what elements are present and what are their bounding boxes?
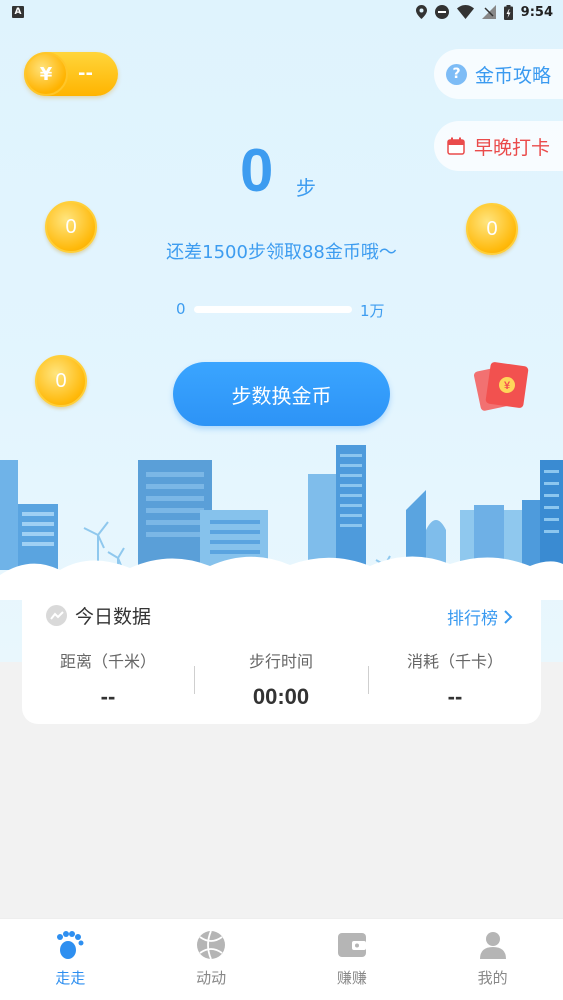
- notification-badge-icon: A: [12, 6, 24, 18]
- stat-value: --: [100, 684, 116, 709]
- stat-label: 步行时间: [248, 652, 313, 671]
- battery-icon: [503, 4, 513, 20]
- person-icon: [479, 932, 506, 959]
- steps-value: 0: [240, 137, 274, 204]
- coin-balance[interactable]: ¥ --: [24, 52, 118, 96]
- nav-label: 动动: [196, 969, 227, 987]
- nav-label: 走走: [55, 969, 86, 987]
- steps-progress: 0 1万: [176, 300, 388, 320]
- stat-value: --: [447, 684, 463, 709]
- steps-unit: 步: [296, 176, 316, 200]
- stat-value: 00:00: [252, 684, 310, 709]
- wifi-icon: [456, 5, 474, 19]
- red-packet-icon[interactable]: ¥: [474, 358, 530, 414]
- coin-guide-button[interactable]: ? 金币攻略: [434, 49, 563, 99]
- exchange-steps-button[interactable]: 步数换金币: [173, 362, 390, 426]
- checkin-label: 早晚打卡: [474, 136, 551, 159]
- chevron-right-icon: [504, 609, 513, 624]
- question-icon: ?: [446, 63, 467, 85]
- nav-item-sports[interactable]: 动动: [141, 919, 282, 1000]
- stat-walk-time: 步行时间 00:00: [195, 648, 367, 710]
- coin-balance-value: --: [78, 63, 93, 84]
- nav-item-mine[interactable]: 我的: [422, 919, 563, 1000]
- hero-section: A 9:54 ¥ -- ? 金币攻略 早晚打卡 0 步 0 0 0 还差1500…: [0, 0, 563, 662]
- today-data-card: 今日数据 排行榜 距离（千米） -- 步行时间 00:00 消耗（千卡） --: [22, 584, 541, 724]
- stat-label: 距离（千米）: [59, 652, 156, 671]
- nav-label: 我的: [477, 969, 508, 987]
- steps-hint: 还差1500步领取88金币哦～: [166, 242, 397, 263]
- stat-calories: 消耗（千卡） --: [369, 648, 541, 710]
- location-icon: [415, 5, 427, 19]
- calendar-icon: [447, 137, 465, 155]
- city-skyline-illustration: [0, 445, 563, 600]
- ranking-link[interactable]: 排行榜: [447, 604, 513, 629]
- trend-icon: [46, 605, 67, 626]
- red-packet-symbol: ¥: [504, 380, 511, 392]
- coin-icon: ¥: [24, 52, 68, 96]
- today-data-title-text: 今日数据: [75, 606, 152, 628]
- coin-guide-label: 金币攻略: [475, 64, 552, 87]
- floating-coin[interactable]: 0: [35, 355, 87, 407]
- footprint-icon: [57, 931, 84, 959]
- checkin-button[interactable]: 早晚打卡: [434, 121, 563, 171]
- status-bar: A 9:54: [0, 0, 563, 24]
- status-time: 9:54: [520, 4, 553, 20]
- ranking-link-label: 排行榜: [447, 609, 498, 629]
- progress-min-label: 0: [176, 300, 186, 318]
- stat-distance: 距离（千米） --: [22, 648, 194, 710]
- nav-item-walk[interactable]: 走走: [0, 919, 141, 1000]
- progress-track: [194, 306, 352, 313]
- progress-max-label: 1万: [360, 302, 385, 320]
- nav-label: 赚赚: [336, 969, 367, 987]
- nav-item-earn[interactable]: 赚赚: [282, 919, 423, 1000]
- today-data-title: 今日数据: [46, 602, 151, 629]
- ball-icon: [197, 930, 226, 960]
- stat-label: 消耗（千卡）: [406, 652, 503, 671]
- bottom-nav: 走走 动动 赚赚 我的: [0, 918, 563, 1000]
- wallet-icon: [337, 933, 366, 957]
- signal-icon: [481, 5, 496, 19]
- do-not-disturb-icon: [434, 5, 449, 19]
